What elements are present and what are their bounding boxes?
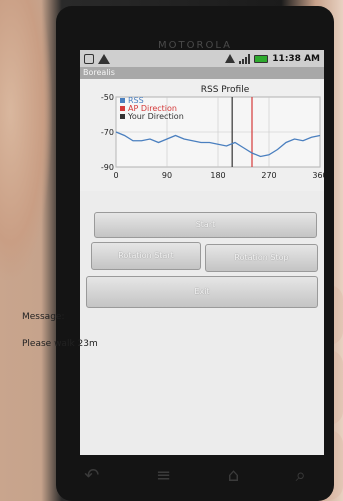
legend-swatch [120, 106, 125, 111]
rotation-stop-label: Rotation Stop [234, 253, 289, 262]
exit-button-label: Exit [194, 287, 210, 296]
legend-swatch [120, 114, 125, 119]
warning-icon [98, 53, 110, 64]
android-nav-bar: ↶ ≡ ⌂ ⌕ [56, 455, 334, 495]
message-text: Please walk 23m [22, 339, 98, 349]
home-icon[interactable]: ⌂ [228, 465, 239, 486]
rotation-stop-button[interactable]: Rotation Stop [205, 244, 318, 272]
rotation-start-button[interactable]: Rotation Start [91, 242, 201, 270]
legend-swatch [120, 98, 125, 103]
message-label: Message: [22, 312, 65, 322]
x-tick-label: 180 [210, 171, 225, 180]
app-title: Borealis [80, 67, 324, 79]
rotation-start-label: Rotation Start [118, 251, 174, 260]
signal-icon [239, 53, 251, 64]
sd-card-icon [84, 53, 94, 64]
back-icon[interactable]: ↶ [84, 465, 99, 486]
start-button-label: Start [195, 220, 216, 229]
status-time: 11:38 AM [272, 53, 320, 64]
hand-thumb [0, 0, 52, 280]
rss-chart-svg: RSS Profile 090180270360-50-70-90RSSAP D… [101, 85, 324, 180]
menu-icon[interactable]: ≡ [156, 465, 171, 486]
chart-title: RSS Profile [201, 85, 250, 95]
y-tick-label: -70 [101, 128, 114, 137]
search-icon[interactable]: ⌕ [296, 465, 306, 486]
status-bar: 11:38 AM [80, 50, 324, 67]
rss-chart: RSS Profile 090180270360-50-70-90RSSAP D… [80, 79, 324, 191]
legend-label: Your Direction [127, 112, 184, 121]
battery-icon [254, 54, 269, 63]
start-button[interactable]: Start [94, 212, 317, 238]
x-tick-label: 270 [261, 171, 276, 180]
x-tick-label: 90 [162, 171, 172, 180]
x-tick-label: 360 [312, 171, 324, 180]
x-tick-label: 0 [113, 171, 118, 180]
exit-button[interactable]: Exit [86, 276, 318, 308]
alert-icon [225, 54, 236, 63]
y-tick-label: -90 [101, 163, 114, 172]
y-tick-label: -50 [101, 93, 114, 102]
